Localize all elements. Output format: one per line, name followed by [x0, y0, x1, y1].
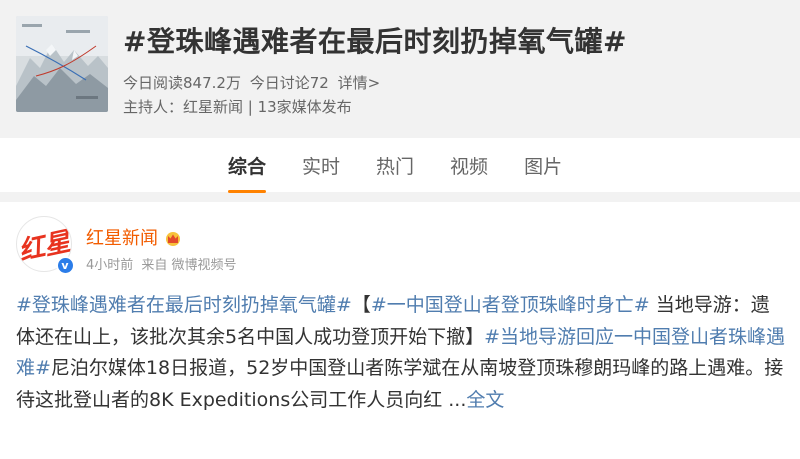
post-text-segment: 【 [351, 294, 371, 316]
topic-header: #登珠峰遇难者在最后时刻扔掉氧气罐# 今日阅读847.2万 今日讨论72 详情>… [0, 0, 800, 128]
details-link[interactable]: 详情> [338, 74, 381, 92]
verified-badge-icon: v [56, 256, 74, 274]
author-avatar-wrap[interactable]: 红星 v [16, 216, 74, 274]
post-text-segment: 尼泊尔媒体18日报道，52岁中国登山者陈学斌在从南坡登顶珠穆朗玛峰的路上遇难。接… [16, 357, 784, 411]
topic-cover-image [16, 16, 108, 112]
expand-full-text-link[interactable]: 全文 [466, 389, 504, 411]
tab-hot[interactable]: 热门 [376, 152, 414, 179]
author-name-row: 红星新闻 [86, 224, 182, 251]
hashtag-link[interactable]: #一中国登山者登顶珠峰时身亡# [371, 294, 650, 316]
topic-stats: 今日阅读847.2万 今日讨论72 详情> [123, 72, 384, 93]
tab-images[interactable]: 图片 [524, 152, 562, 179]
tab-video[interactable]: 视频 [450, 152, 488, 179]
post-source: 来自 微博视频号 [141, 258, 237, 273]
post-meta: 4小时前 来自 微博视频号 [86, 254, 241, 273]
today-reads: 今日阅读847.2万 [123, 74, 241, 92]
tab-realtime[interactable]: 实时 [302, 152, 340, 179]
tabs-bar: 综合 实时 热门 视频 图片 [0, 138, 800, 193]
tab-comprehensive[interactable]: 综合 [228, 152, 267, 193]
mountain-map-illustration [16, 16, 108, 112]
author-name[interactable]: 红星新闻 [86, 228, 158, 249]
hashtag-link[interactable]: #登珠峰遇难者在最后时刻扔掉氧气罐# [16, 294, 352, 316]
feed-tabs: 综合 实时 热门 视频 图片 [228, 152, 598, 193]
today-discussions: 今日讨论72 [249, 74, 329, 92]
crown-icon [164, 230, 182, 251]
post-content: #登珠峰遇难者在最后时刻扔掉氧气罐#【#一中国登山者登顶珠峰时身亡# 当地导游：… [16, 290, 786, 416]
topic-host: 主持人：红星新闻 | 13家媒体发布 [123, 98, 352, 116]
topic-title: #登珠峰遇难者在最后时刻扔掉氧气罐# [123, 25, 627, 58]
post-time[interactable]: 4小时前 [86, 258, 133, 273]
post-card: 红星 v 红星新闻 4小时前 来自 微博视频号 #登珠峰遇难者在最后时刻扔掉氧气… [0, 202, 800, 459]
